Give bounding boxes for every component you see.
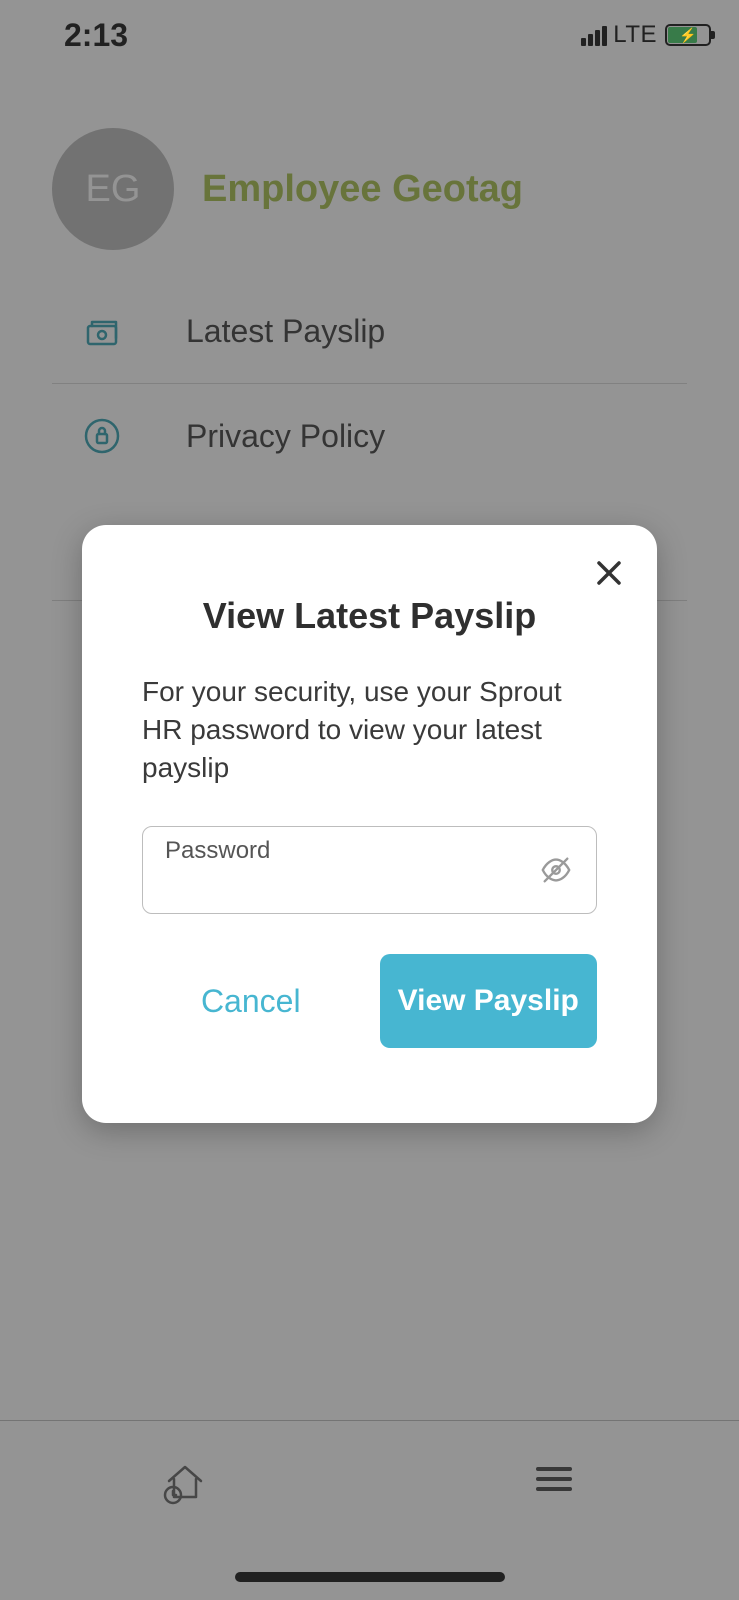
cancel-button[interactable]: Cancel — [142, 957, 360, 1046]
view-payslip-button[interactable]: View Payslip — [380, 954, 598, 1048]
password-input[interactable] — [165, 867, 526, 898]
modal-title: View Latest Payslip — [142, 595, 597, 637]
view-payslip-button-label: View Payslip — [398, 984, 579, 1017]
modal-actions: Cancel View Payslip — [142, 954, 597, 1048]
modal-description: For your security, use your Sprout HR pa… — [142, 673, 597, 786]
password-field[interactable]: Password — [142, 826, 597, 914]
close-button[interactable] — [589, 553, 629, 593]
battery-icon: ⚡ — [665, 24, 711, 46]
password-label: Password — [165, 837, 526, 865]
eye-off-icon — [539, 853, 573, 887]
view-payslip-modal: View Latest Payslip For your security, u… — [82, 525, 657, 1123]
toggle-password-visibility-button[interactable] — [538, 852, 574, 888]
close-icon — [593, 557, 625, 589]
cancel-button-label: Cancel — [201, 983, 301, 1019]
